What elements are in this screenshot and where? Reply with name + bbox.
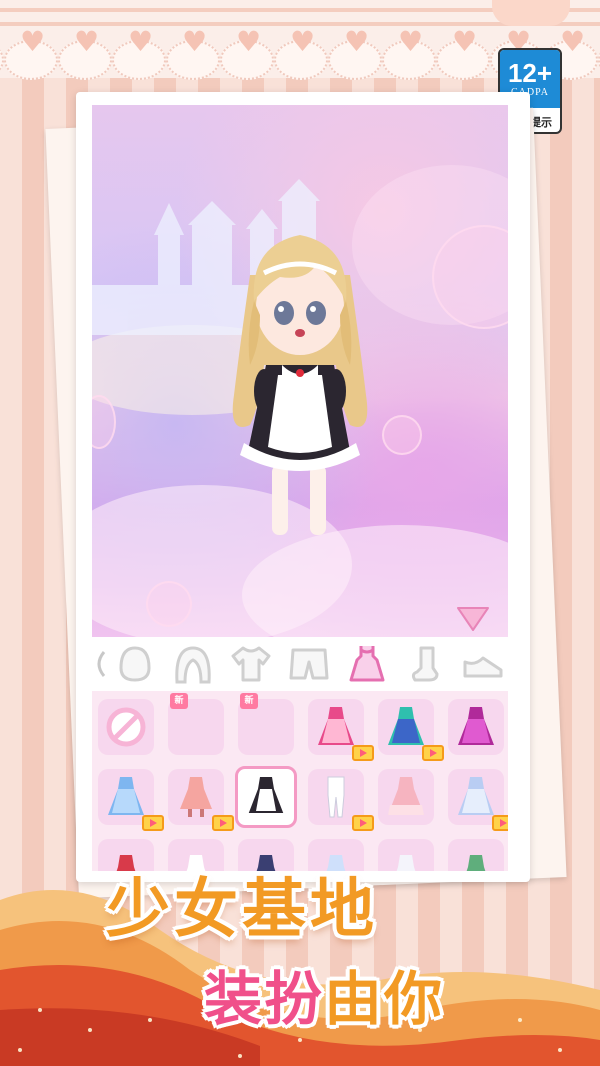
light-blue-dress-thumbnail: [458, 777, 494, 815]
peach-dress-thumbnail: [180, 777, 212, 817]
heart-icon: ♥: [560, 25, 586, 58]
category-tab-dress[interactable]: [338, 639, 396, 689]
heart-icon: ♥: [236, 25, 262, 58]
item-slot-outfit[interactable]: [98, 769, 164, 831]
heart-icon: ♥: [182, 25, 208, 58]
app-screen: ♥♥♥♥♥♥♥♥♥♥♥♥♥ 12+ CADPA 适龄提示: [0, 0, 600, 1066]
doll-character: [232, 235, 368, 535]
category-tab-socks[interactable]: [396, 639, 454, 689]
item-slot-outfit[interactable]: [308, 769, 374, 831]
heart-icon: ♥: [74, 25, 100, 58]
pants-icon: [289, 648, 329, 680]
heart-icon: ♥: [398, 25, 424, 58]
hair-icon: [175, 646, 211, 684]
video-ad-icon: [352, 745, 374, 761]
slogan-line-1: 少女基地: [106, 873, 378, 947]
item-slot-empty[interactable]: 新: [238, 693, 294, 755]
slogan-line-2-part-2: 由你: [324, 965, 445, 1033]
shoes-icon: [463, 656, 503, 678]
item-slot-outfit[interactable]: [448, 769, 508, 831]
item-slot-outfit[interactable]: [168, 769, 234, 831]
green-gown-thumbnail: [388, 707, 424, 745]
heart-icon: ♥: [128, 25, 154, 58]
category-tab-pants[interactable]: [280, 639, 338, 689]
remove-icon: [106, 707, 146, 747]
bubble: [382, 415, 422, 455]
face-icon: [119, 646, 151, 682]
slogan-line-2: 装扮由你: [204, 952, 444, 1036]
blue-dress-thumbnail: [108, 777, 144, 815]
white-outfit-thumbnail: [327, 776, 345, 818]
category-tab-shoes[interactable]: [454, 639, 508, 689]
item-slot-selected[interactable]: [235, 766, 297, 828]
category-tab-hair[interactable]: [164, 639, 222, 689]
slogan-line-2-part-1: 装扮: [204, 965, 325, 1033]
pink-gown-thumbnail: [318, 707, 354, 745]
item-slot-outfit[interactable]: [378, 769, 434, 825]
item-slot-empty[interactable]: 新: [168, 693, 224, 755]
video-ad-icon: [142, 815, 164, 831]
video-ad-icon: [212, 815, 234, 831]
category-tab-face[interactable]: [106, 639, 164, 689]
item-slot-outfit[interactable]: [308, 699, 374, 761]
dressup-scene: [92, 105, 508, 637]
pink-frill-dress-thumbnail: [388, 777, 424, 815]
new-badge: 新: [240, 693, 258, 709]
item-slot-outfit[interactable]: [378, 699, 444, 761]
shirt-icon: [231, 646, 271, 682]
category-tab-bar: [92, 637, 508, 693]
item-slot-remove[interactable]: [98, 699, 154, 755]
dress-icon: [349, 646, 385, 682]
category-tab-partial[interactable]: [92, 639, 106, 689]
collapse-arrow-icon[interactable]: [456, 606, 490, 632]
outfit-item-grid: 新 新: [92, 691, 508, 871]
item-slot-outfit[interactable]: [448, 699, 504, 755]
bow-decoration: [492, 0, 570, 26]
new-badge: 新: [170, 693, 188, 709]
purple-gown-thumbnail: [458, 707, 494, 745]
video-ad-icon: [492, 815, 508, 831]
socks-icon: [411, 646, 439, 682]
age-rating-value: 12+: [507, 58, 553, 88]
heart-icon: ♥: [452, 25, 478, 58]
category-tab-top[interactable]: [222, 639, 280, 689]
heart-icon: ♥: [20, 25, 46, 58]
heart-icon: ♥: [290, 25, 316, 58]
video-ad-icon: [352, 815, 374, 831]
video-ad-icon: [422, 745, 444, 761]
heart-icon: ♥: [344, 25, 370, 58]
maid-dress-thumbnail: [248, 777, 284, 817]
bubble: [146, 581, 192, 627]
